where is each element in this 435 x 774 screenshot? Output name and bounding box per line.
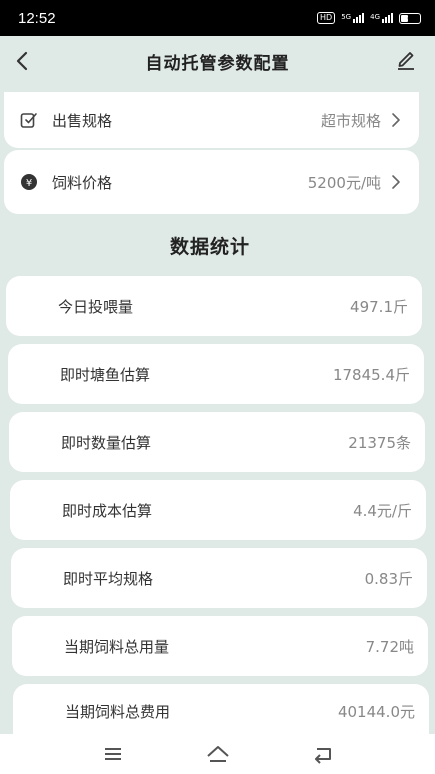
signal-5g-icon: 5G (341, 13, 365, 23)
config-row-feed-price[interactable]: ¥ 饲料价格 5200元/吨 (4, 150, 419, 214)
net-label-5g: 5G (341, 13, 352, 21)
chevron-left-icon[interactable] (10, 48, 36, 74)
section-title: 数据统计 (169, 236, 250, 258)
chevron-right-icon (392, 175, 400, 189)
stat-row: 即时平均规格 0.83斤 (11, 548, 427, 608)
config-value: 超市规格 (320, 111, 381, 130)
checkbox-edit-icon (20, 113, 37, 128)
config-label: 出售规格 (52, 111, 113, 130)
stat-value: 497.1斤 (350, 297, 408, 316)
stat-label: 即时成本估算 (62, 501, 153, 520)
stat-row: 即时塘鱼估算 17845.4斤 (8, 344, 424, 404)
stat-label: 即时数量估算 (61, 433, 152, 452)
status-icons: HD 5G 4G 6 (317, 12, 421, 24)
svg-text:¥: ¥ (26, 178, 32, 189)
battery-icon: 6 (399, 12, 421, 24)
home-icon[interactable] (204, 743, 232, 765)
stat-label: 当期饲料总费用 (65, 703, 171, 721)
stat-row: 即时成本估算 4.4元/斤 (10, 480, 426, 540)
signal-4g-icon: 4G (370, 13, 393, 23)
yen-icon: ¥ (21, 174, 37, 190)
stat-row: 今日投喂量 497.1斤 (6, 276, 422, 336)
stat-value: 0.83斤 (364, 569, 413, 588)
pencil-icon[interactable] (393, 46, 419, 72)
stat-label: 即时平均规格 (63, 569, 154, 588)
config-value: 5200元/吨 (307, 173, 381, 192)
stat-row: 当期饲料总费用 40144.0元 (13, 684, 429, 734)
back-icon[interactable] (309, 743, 337, 765)
stat-row: 即时数量估算 21375条 (9, 412, 425, 472)
hd-badge: HD (317, 12, 336, 24)
chevron-right-icon (392, 113, 400, 127)
menu-icon[interactable] (99, 743, 127, 765)
status-time: 12:52 (18, 9, 56, 27)
stat-value: 17845.4斤 (332, 365, 410, 384)
config-row-sale-spec[interactable]: 出售规格 超市规格 (4, 92, 419, 148)
stat-value: 21375条 (348, 433, 411, 452)
stat-value: 4.4元/斤 (353, 501, 412, 520)
stat-label: 今日投喂量 (58, 297, 134, 316)
page-title: 自动托管参数配置 (145, 53, 290, 74)
nav-bar: 自动托管参数配置 (0, 36, 435, 86)
status-bar: 12:52 HD 5G 4G 6 (0, 0, 435, 36)
config-label: 饲料价格 (52, 173, 113, 192)
stat-row: 当期饲料总用量 7.72吨 (12, 616, 428, 676)
stat-value: 40144.0元 (337, 703, 415, 721)
stat-label: 当期饲料总用量 (64, 637, 170, 656)
stat-value: 7.72吨 (365, 637, 414, 656)
system-nav-bar (0, 734, 435, 774)
stat-label: 即时塘鱼估算 (60, 365, 151, 384)
battery-level: 6 (407, 13, 413, 23)
net-label-4g: 4G (370, 13, 380, 21)
